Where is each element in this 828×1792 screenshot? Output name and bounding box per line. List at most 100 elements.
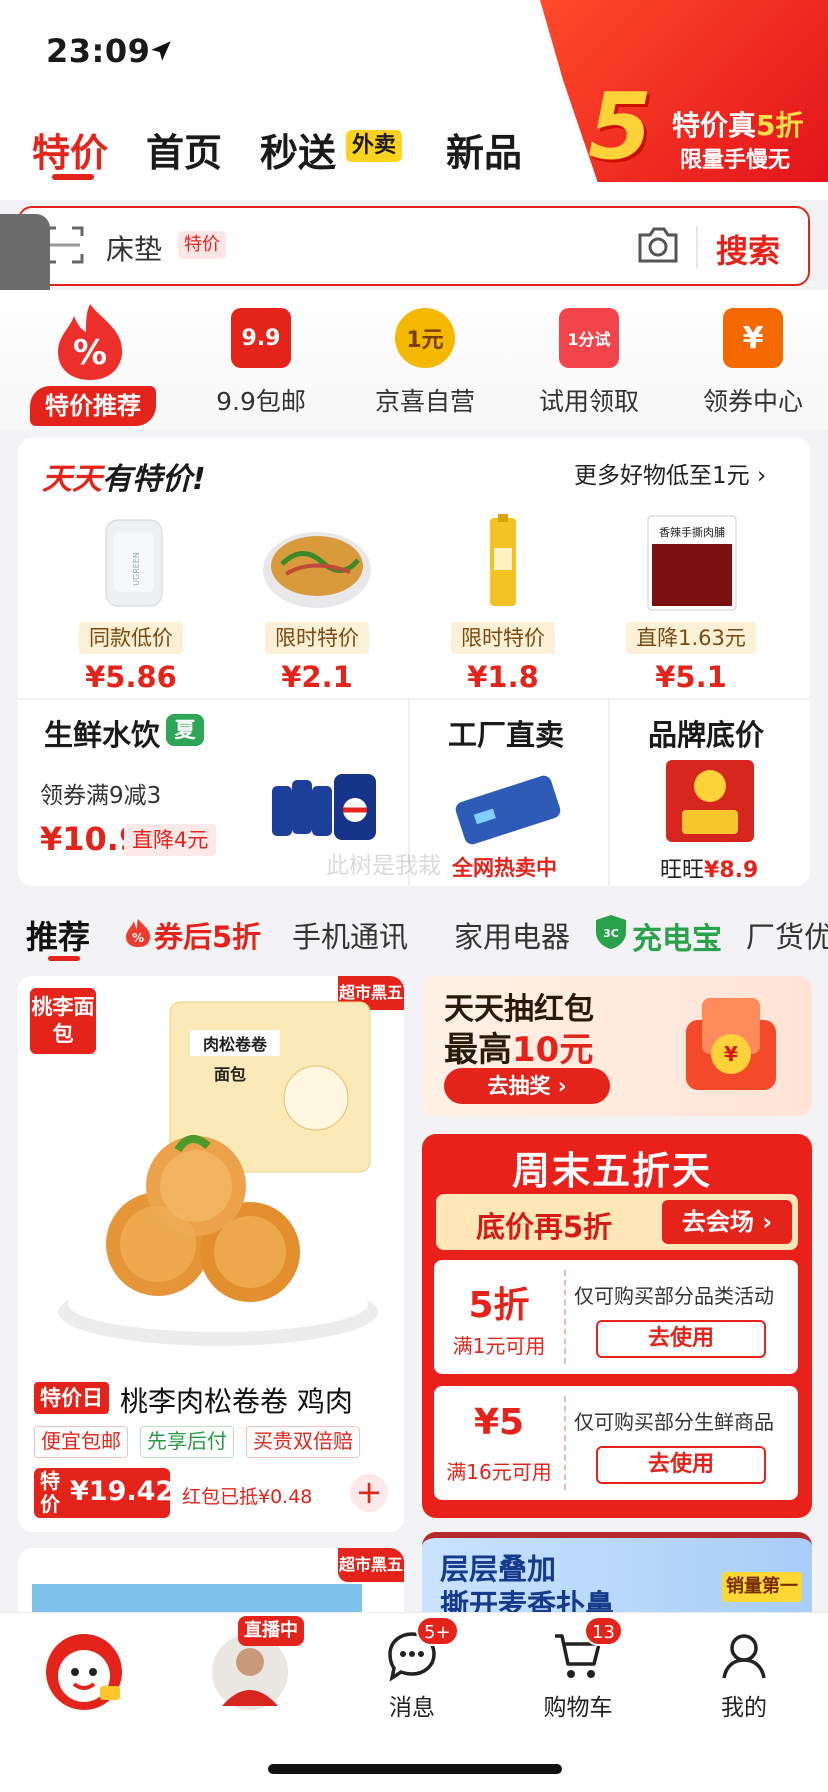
coupon-condition: 满1元可用 xyxy=(452,1334,546,1358)
home-indicator xyxy=(268,1764,562,1774)
watermark-text: 此树是我栽 xyxy=(326,853,441,879)
category-tab-factory[interactable]: 厂货优 xyxy=(746,914,828,956)
product-chip: 买贵双倍赔 xyxy=(246,1426,360,1458)
cart-badge: 13 xyxy=(584,1616,623,1646)
svg-text:%: % xyxy=(73,333,107,373)
live-badge: 直播中 xyxy=(238,1616,304,1646)
corner-tag: 超市黑五 xyxy=(338,1548,404,1582)
category-tab-recommend[interactable]: 推荐 xyxy=(26,912,90,958)
scan-icon[interactable] xyxy=(44,224,84,266)
quick-item-99[interactable]: 9.9 9.9包邮 xyxy=(186,308,336,418)
sausage-icon xyxy=(490,514,516,606)
svg-text:3C: 3C xyxy=(603,927,619,940)
category-tab-appliances[interactable]: 家用电器 xyxy=(454,914,570,956)
daily-deals-more-link[interactable]: 更多好物低至1元 › xyxy=(574,456,766,490)
daily-deals-title: 天天有特价! xyxy=(42,462,206,497)
camera-icon[interactable] xyxy=(636,225,680,265)
category-tab-powerbank[interactable]: 充电宝 xyxy=(632,914,722,958)
nav-home[interactable] xyxy=(24,1630,144,1718)
category-underline xyxy=(48,956,80,961)
fresh-subtitle: 领券满9减3 xyxy=(40,783,162,809)
power-bank-icon xyxy=(455,775,561,845)
charger-icon: UGREEN xyxy=(105,519,163,607)
shield-3c-icon: 3C xyxy=(596,915,626,949)
deal-item[interactable]: 限时特价 ¥2.1 xyxy=(242,514,392,694)
special-day-badge: 特价日 xyxy=(34,1382,109,1414)
search-divider xyxy=(696,226,698,268)
search-input[interactable]: 床垫 xyxy=(106,228,162,268)
divider xyxy=(608,700,610,886)
coupon-divider xyxy=(564,1270,566,1364)
brand-subtitle: 旺旺¥8.9 xyxy=(660,858,759,883)
deal-item[interactable]: 香辣手撕肉脯 直降1.63元 ¥5.1 xyxy=(616,514,766,694)
quick-item-jingxi[interactable]: 1元 京喜自营 xyxy=(350,308,500,418)
product-chip: 便宜包邮 xyxy=(34,1426,128,1458)
fresh-drop-tag: 直降4元 xyxy=(124,824,217,856)
coupon-value: 5折 xyxy=(468,1285,530,1326)
svg-text:UGREEN: UGREEN xyxy=(132,552,141,586)
use-coupon-button[interactable]: 去使用 xyxy=(596,1320,766,1358)
quick-item-coupons[interactable]: ¥ 领券中心 xyxy=(678,308,828,418)
coupon-description: 仅可购买部分生鲜商品 xyxy=(574,1410,774,1434)
search-button[interactable]: 搜索 xyxy=(716,226,780,272)
divider xyxy=(18,698,810,700)
product-image: 肉松卷卷 面包 xyxy=(58,1001,378,1346)
go-venue-button[interactable]: 去会场 › xyxy=(662,1200,792,1244)
coupon-divider xyxy=(564,1396,566,1490)
nav-messages[interactable]: 消息 xyxy=(352,1630,472,1722)
quick-item-trial[interactable]: 1分试 试用领取 xyxy=(514,308,664,418)
messages-badge: 5+ xyxy=(416,1616,459,1646)
status-time: 23:09 xyxy=(46,32,151,70)
flame-percent-icon[interactable]: % xyxy=(52,302,128,382)
coupon-value: ¥5 xyxy=(473,1402,525,1443)
nav-profile[interactable]: 我的 xyxy=(684,1630,804,1722)
location-arrow-icon xyxy=(151,41,171,61)
tab-new[interactable]: 新品 xyxy=(446,122,522,177)
promo-line1: 特价真5折 xyxy=(672,109,804,142)
svg-text:面包: 面包 xyxy=(214,1065,246,1084)
product-price-box: 特价 ¥19.42 xyxy=(34,1468,174,1518)
brand-title[interactable]: 品牌底价 xyxy=(648,712,764,754)
promo-big-number: 5 xyxy=(588,73,653,180)
coupon-condition: 满16元可用 xyxy=(446,1460,552,1484)
quick-tejia-label[interactable]: 特价推荐 xyxy=(30,386,156,426)
promo-line2: 限量手慢无 xyxy=(680,148,791,173)
product-name[interactable]: 桃李肉松卷卷 鸡肉 xyxy=(120,1380,353,1420)
jd-mascot-icon xyxy=(46,1634,122,1710)
factory-subtitle: 全网热卖中 xyxy=(452,856,557,880)
weekend-bar-text: 底价再5折 xyxy=(476,1210,613,1244)
waimai-badge: 外卖 xyxy=(346,130,403,162)
nine-nine-icon: 9.9 xyxy=(231,308,291,368)
tab-miaosong[interactable]: 秒送 xyxy=(260,122,336,177)
one-yuan-icon: 1元 xyxy=(395,308,455,368)
product-chip: 先享后付 xyxy=(140,1426,234,1458)
add-to-cart-button[interactable]: + xyxy=(350,1474,388,1512)
nav-cart[interactable]: 购物车 xyxy=(518,1630,638,1722)
use-coupon-button[interactable]: 去使用 xyxy=(596,1446,766,1484)
tab-home[interactable]: 首页 xyxy=(146,122,222,177)
red-envelope-icon: ¥ xyxy=(686,998,776,1090)
svg-text:香辣手撕肉脯: 香辣手撕肉脯 xyxy=(659,525,725,539)
summer-badge: 夏 xyxy=(166,714,204,746)
category-tab-coupon[interactable]: 券后5折 xyxy=(154,914,261,956)
svg-text:肉松卷卷: 肉松卷卷 xyxy=(203,1035,268,1054)
wangwang-snack-icon xyxy=(666,760,754,842)
promo-banner[interactable]: 5 特价真5折 限量手慢无 xyxy=(540,0,828,182)
fresh-title[interactable]: 生鲜水饮 xyxy=(44,712,160,754)
draw-button[interactable]: 去抽奖 › xyxy=(444,1068,610,1104)
tab-underline xyxy=(52,174,94,180)
factory-title[interactable]: 工厂直卖 xyxy=(448,712,564,754)
redpack-deduction: 红包已抵¥0.48 xyxy=(182,1486,313,1508)
trial-bag-icon: 1分试 xyxy=(559,308,619,368)
svg-text:¥: ¥ xyxy=(724,1042,738,1066)
redpack-max: 最高10元 xyxy=(444,1030,594,1070)
coupon-yen-icon: ¥ xyxy=(723,308,783,368)
sales-rank-badge: 销量第一 xyxy=(722,1572,802,1602)
profile-icon xyxy=(722,1634,766,1679)
noodles-icon xyxy=(263,532,371,608)
deal-item[interactable]: 限时特价 ¥1.8 xyxy=(428,514,578,694)
tab-tejia[interactable]: 特价 xyxy=(32,122,108,177)
category-tab-phones[interactable]: 手机通讯 xyxy=(292,914,408,956)
cola-cans-icon xyxy=(272,774,376,840)
deal-item[interactable]: UGREEN 同款低价 ¥5.86 xyxy=(56,514,206,694)
